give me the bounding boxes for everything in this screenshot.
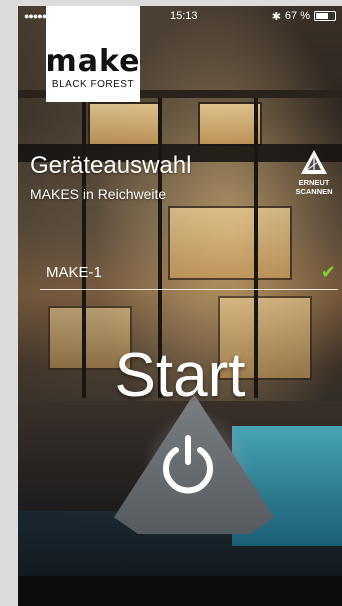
page-subtitle: MAKES in Reichweite [30,186,167,202]
rescan-label-line1: ERNEUT [298,178,330,187]
battery-percent: 67 % [284,10,310,22]
rescan-button[interactable]: ERNEUT SCANNEN [292,148,336,214]
bluetooth-icon: ✱ [271,10,281,23]
power-icon [156,435,220,500]
page-title: Geräteauswahl [30,152,192,179]
start-button[interactable]: Start [18,340,342,411]
logo-word: make [45,44,141,79]
rescan-label-line2: SCANNEN [295,187,333,196]
device-name: MAKE-1 [46,264,102,281]
checkmark-icon: ✔ [320,262,336,282]
wifi-icon [117,10,129,22]
app-screen: ●●●●● Vodafone.de 15:13 ✱ 67 % make BLAC… [18,6,342,606]
status-bar: ●●●●● Vodafone.de 15:13 ✱ 67 % [18,6,342,26]
device-list-item[interactable]: MAKE-1 ✔ [40,256,338,290]
battery-icon [314,11,336,21]
status-right: ✱ 67 % [272,10,336,23]
logo-subtitle: BLACK FOREST [51,79,135,90]
status-time: 15:13 [170,10,198,22]
bottom-bar [18,576,342,606]
background-window [198,102,262,146]
triangle-scan-icon [299,148,329,176]
power-button[interactable] [156,432,220,496]
signal-strength-icon: ●●●●● [24,11,47,21]
background-window [88,102,162,146]
rescan-label: ERNEUT SCANNEN [295,178,332,196]
carrier-name: Vodafone.de [49,10,111,22]
